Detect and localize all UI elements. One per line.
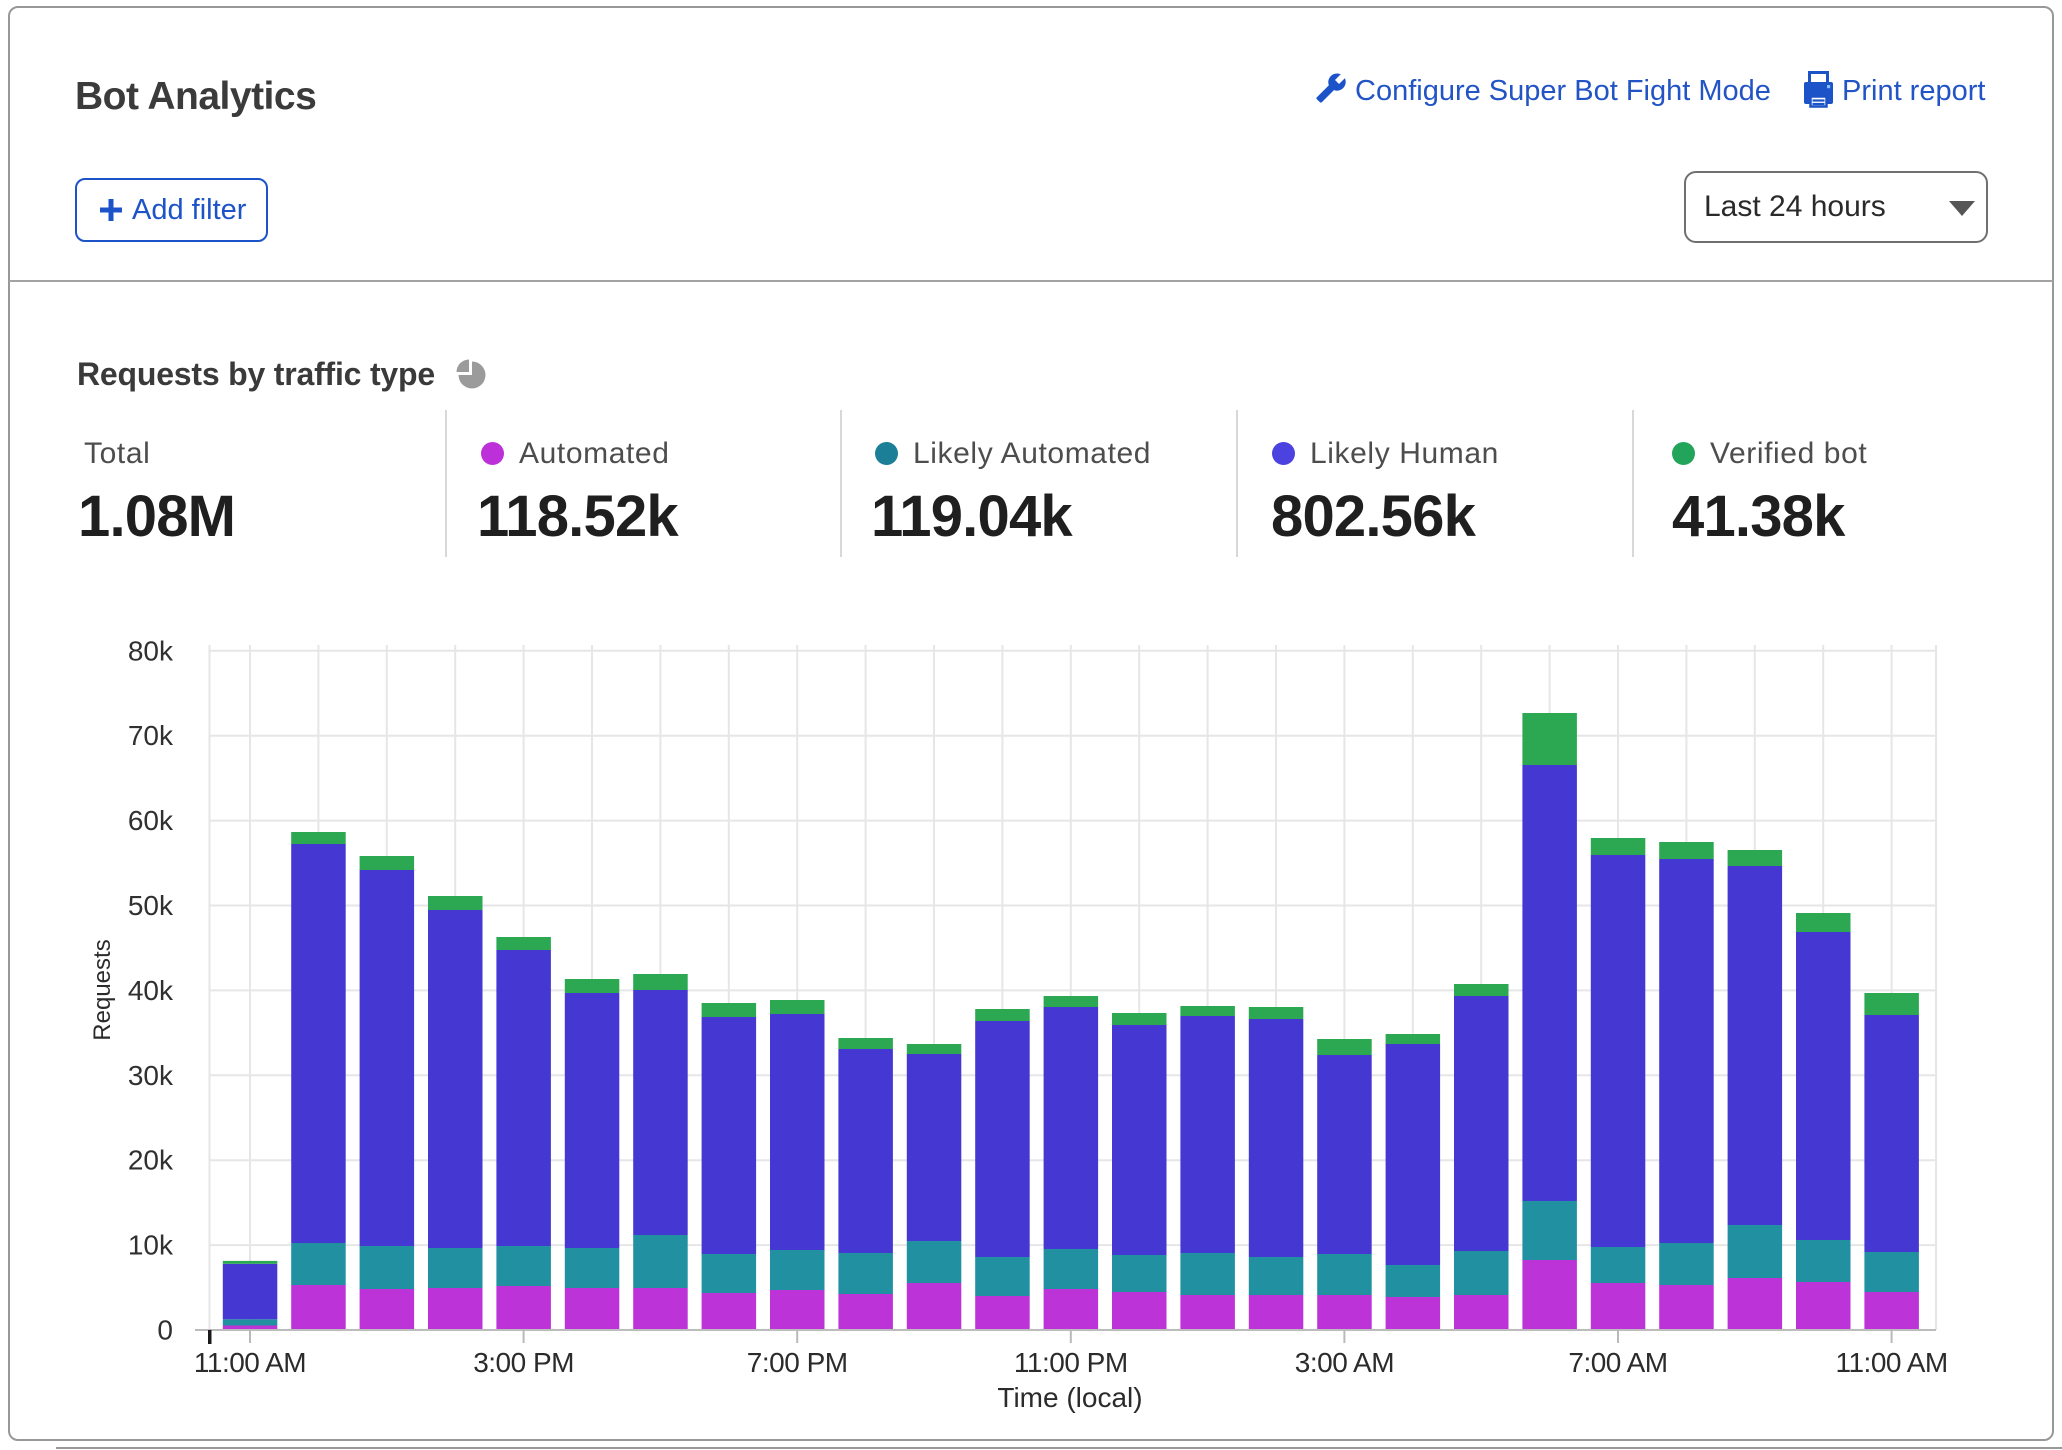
- svg-text:Time (local): Time (local): [997, 1382, 1142, 1413]
- svg-text:3:00 PM: 3:00 PM: [473, 1347, 574, 1378]
- svg-text:60k: 60k: [128, 805, 174, 836]
- svg-text:70k: 70k: [128, 720, 174, 751]
- svg-text:20k: 20k: [128, 1145, 174, 1176]
- svg-text:10k: 10k: [128, 1230, 174, 1261]
- svg-text:40k: 40k: [128, 975, 174, 1006]
- svg-text:30k: 30k: [128, 1060, 174, 1091]
- svg-text:Requests: Requests: [89, 939, 116, 1040]
- svg-text:0: 0: [157, 1315, 173, 1346]
- svg-text:7:00 PM: 7:00 PM: [747, 1347, 848, 1378]
- svg-text:7:00 AM: 7:00 AM: [1568, 1347, 1667, 1378]
- svg-text:11:00 PM: 11:00 PM: [1014, 1347, 1128, 1378]
- svg-text:11:00 AM: 11:00 AM: [194, 1347, 306, 1378]
- svg-text:50k: 50k: [128, 890, 174, 921]
- svg-text:3:00 AM: 3:00 AM: [1295, 1347, 1394, 1378]
- svg-text:80k: 80k: [128, 635, 174, 666]
- svg-text:11:00 AM: 11:00 AM: [1835, 1347, 1947, 1378]
